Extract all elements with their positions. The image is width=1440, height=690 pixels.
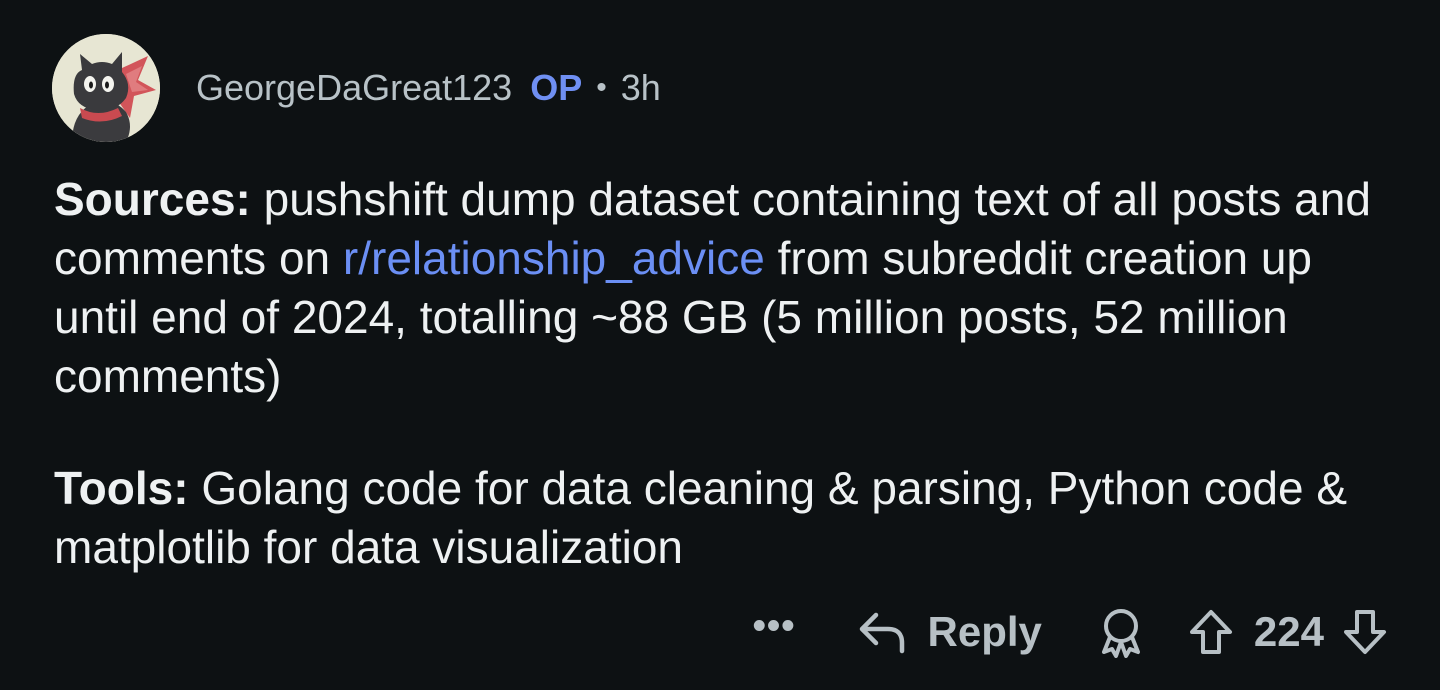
- reply-label: Reply: [927, 608, 1042, 655]
- tools-paragraph: Tools: Golang code for data cleaning & p…: [54, 459, 1394, 577]
- author-username[interactable]: GeorgeDaGreat123: [196, 68, 512, 108]
- comment-header: GeorgeDaGreat123 OP • 3h: [52, 34, 661, 142]
- op-badge: OP: [530, 67, 583, 108]
- subreddit-link[interactable]: r/relationship_advice: [343, 232, 765, 284]
- tools-label: Tools:: [54, 462, 189, 514]
- comment: GeorgeDaGreat123 OP • 3h Sources: pushsh…: [0, 0, 1440, 690]
- award-icon: [1098, 606, 1144, 658]
- user-avatar[interactable]: [52, 34, 160, 142]
- comment-timestamp[interactable]: 3h: [621, 68, 661, 108]
- sources-paragraph: Sources: pushshift dump dataset containi…: [54, 170, 1394, 406]
- cat-avatar-icon: [52, 34, 160, 142]
- comment-body: Sources: pushshift dump dataset containi…: [54, 170, 1394, 577]
- reply-button[interactable]: Reply: [858, 608, 1042, 656]
- meta-separator: •: [596, 71, 607, 104]
- sources-label: Sources:: [54, 173, 251, 225]
- vote-controls: 224: [1188, 608, 1388, 656]
- upvote-arrow-icon[interactable]: [1188, 608, 1234, 656]
- vote-score: 224: [1253, 608, 1324, 655]
- tools-text: Golang code for data cleaning & parsing,…: [54, 462, 1348, 573]
- award-button[interactable]: [1098, 606, 1144, 658]
- downvote-arrow-icon[interactable]: [1342, 608, 1388, 656]
- reply-arrow-icon: [858, 609, 908, 655]
- comment-actions: ••• Reply 224: [753, 600, 1388, 664]
- comment-meta: GeorgeDaGreat123 OP • 3h: [196, 68, 661, 108]
- more-options-button[interactable]: •••: [753, 607, 796, 645]
